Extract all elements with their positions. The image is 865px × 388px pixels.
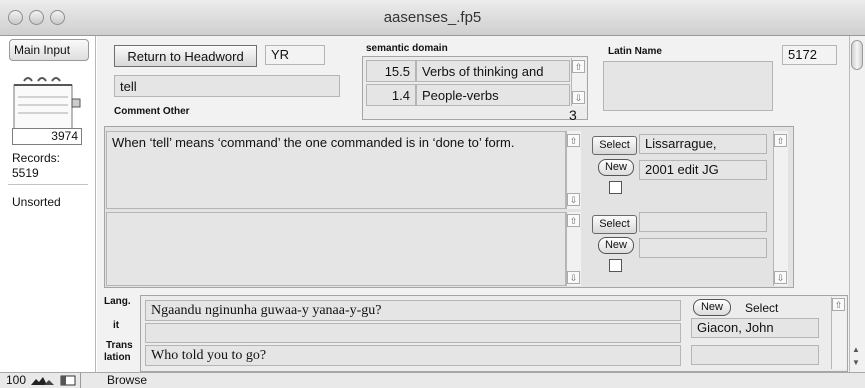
mode-label[interactable]: Browse (107, 373, 147, 387)
status-area-toggle-icon[interactable] (60, 375, 76, 386)
records-label: Records: (12, 151, 61, 165)
lation-label: lation (104, 352, 131, 363)
new-button-1[interactable]: New (598, 159, 634, 176)
scroll-up-arrow-icon[interactable]: ⇧ (572, 60, 585, 73)
sort-status: Unsorted (12, 195, 61, 209)
scroll-down-arrow-icon[interactable]: ⇩ (572, 91, 585, 104)
record-id-field[interactable]: 5172 (782, 45, 837, 65)
example-select-button[interactable]: Select (745, 301, 778, 315)
checkbox-1[interactable] (609, 181, 622, 194)
comment-edit-2[interactable] (639, 238, 767, 258)
latin-name-field[interactable] (603, 61, 773, 111)
example-literal[interactable] (145, 323, 681, 343)
example-source[interactable]: Giacon, John (691, 318, 819, 338)
scroll-down-arrow-icon[interactable]: ⇩ (567, 271, 580, 284)
select-button-2[interactable]: Select (592, 215, 637, 234)
window-scroll-thumb[interactable] (851, 40, 863, 70)
domain-count: 3 (569, 107, 577, 123)
example-sentence[interactable]: Ngaandu nginunha guwaa-y yanaa-y-gu? (145, 300, 681, 321)
trans-label: Trans (106, 340, 133, 351)
scroll-down-arrow-icon[interactable]: ⇩ (774, 271, 787, 284)
divider (8, 184, 88, 185)
scroll-up-arrow-icon[interactable]: ⇧ (774, 134, 787, 147)
domain-label-2[interactable]: People-verbs (416, 84, 570, 106)
scroll-down-arrow-icon[interactable]: ⇩ (567, 193, 580, 206)
window-title: aasenses_.fp5 (383, 9, 482, 26)
semantic-domain-label: semantic domain (366, 43, 448, 54)
scroll-up-arrow-icon[interactable]: ▲ (852, 345, 860, 354)
comment-edit-1[interactable]: 2001 edit JG (639, 160, 767, 180)
example-translation[interactable]: Who told you to go? (145, 345, 681, 366)
example-new-button[interactable]: New (693, 299, 731, 316)
zoom-mountain-icon[interactable] (30, 375, 56, 386)
comment-source-2[interactable] (639, 212, 767, 232)
headword-field[interactable]: tell (114, 75, 340, 97)
it-label: it (113, 320, 120, 331)
comment-text-1[interactable]: When ‘tell’ means ‘command’ the one comm… (106, 131, 566, 209)
scroll-down-arrow-icon[interactable]: ▼ (852, 358, 860, 367)
scroll-up-arrow-icon[interactable]: ⇧ (567, 214, 580, 227)
domain-label-1[interactable]: Verbs of thinking and (416, 60, 570, 82)
select-button-1[interactable]: Select (592, 136, 637, 155)
layout-menu[interactable]: Main Input (9, 39, 89, 61)
divider (80, 373, 81, 388)
domain-number-2[interactable]: 1.4 (366, 84, 416, 106)
lang-label: Lang. (104, 296, 131, 307)
scroll-up-arrow-icon[interactable]: ⇧ (832, 298, 845, 311)
return-to-headword-button[interactable]: Return to Headword (114, 45, 257, 67)
records-count: 5519 (12, 166, 39, 180)
example-source-2[interactable] (691, 345, 819, 365)
scroll-up-arrow-icon[interactable]: ⇧ (567, 134, 580, 147)
code-field[interactable]: YR (265, 45, 325, 65)
comment-other-label: Comment Other (114, 106, 190, 117)
source-portal-scrollbar[interactable] (773, 131, 788, 286)
new-button-2[interactable]: New (598, 237, 634, 254)
comment-source-1[interactable]: Lissarrague, (639, 134, 767, 154)
latin-name-label: Latin Name (608, 46, 662, 57)
current-record-number[interactable]: 3974 (12, 128, 82, 145)
window-scrollbar[interactable] (849, 36, 865, 372)
checkbox-2[interactable] (609, 259, 622, 272)
comment-text-2[interactable] (106, 212, 566, 286)
zoom-level[interactable]: 100 (6, 373, 26, 387)
domain-number-1[interactable]: 15.5 (366, 60, 416, 82)
